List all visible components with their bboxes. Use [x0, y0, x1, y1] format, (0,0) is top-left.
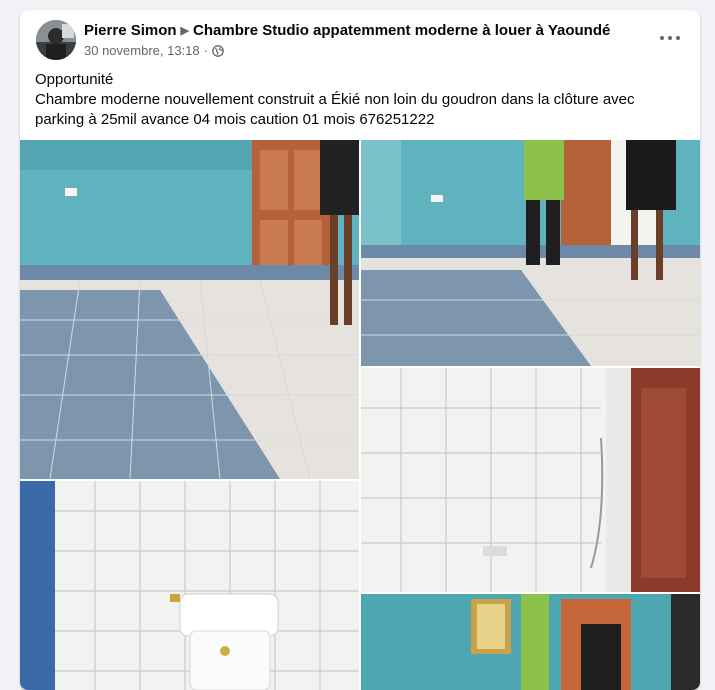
photo-grid	[20, 140, 700, 690]
caret-right-icon: ▶	[180, 25, 190, 37]
photo-room-window[interactable]	[361, 594, 700, 690]
more-options-button[interactable]	[652, 24, 688, 52]
post-text-line1: Opportunité	[35, 71, 114, 88]
avatar[interactable]	[36, 20, 76, 60]
more-dot-icon	[676, 36, 680, 40]
group-name[interactable]: Chambre Studio appatemment moderne à lou…	[193, 22, 610, 39]
post-header: Pierre Simon ▶ Chambre Studio appatemment …	[20, 10, 700, 68]
photo-toilet[interactable]	[20, 481, 359, 690]
post-card: Pierre Simon ▶ Chambre Studio appatemment …	[20, 10, 700, 690]
photo-room-floor-2[interactable]	[361, 140, 700, 366]
globe-icon	[212, 45, 224, 60]
post-meta: 30 novembre, 13:18 ·	[84, 43, 224, 60]
photo-room-floor-1[interactable]	[20, 140, 359, 479]
photo-bathroom-wall[interactable]	[361, 368, 700, 592]
timestamp[interactable]: 30 novembre, 13:18	[84, 43, 200, 58]
author-name[interactable]: Pierre Simon	[84, 22, 177, 39]
more-dot-icon	[668, 36, 672, 40]
separator-dot: ·	[203, 43, 208, 58]
post-text: Opportunité Chambre moderne nouvellement…	[35, 70, 685, 130]
post-text-body: Chambre moderne nouvellement construit a…	[35, 91, 635, 128]
more-dot-icon	[660, 36, 664, 40]
author-line: Pierre Simon ▶ Chambre Studio appatemment …	[84, 22, 610, 39]
